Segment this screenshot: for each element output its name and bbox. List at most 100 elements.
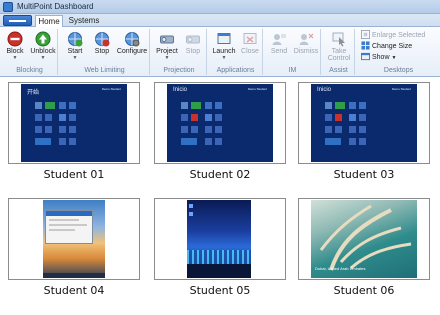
- start-screen-title: Inicio: [317, 87, 332, 93]
- file-menu-button[interactable]: [3, 15, 32, 26]
- take-control-icon: [332, 32, 345, 47]
- student-name: Student 05: [189, 284, 251, 297]
- start-screen-title: 开始: [27, 90, 40, 96]
- win8-start-screen: 开始 Demo Student: [21, 84, 127, 162]
- water: [187, 264, 251, 278]
- chevron-down-icon: ▼: [72, 55, 78, 61]
- ribbon-tab-strip: Home Systems: [0, 14, 440, 27]
- group-desktops: Enlarge Selected Change Size Show ▼ Desk…: [357, 29, 440, 75]
- change-size-icon: [361, 41, 370, 50]
- configure-label: Configure: [116, 48, 148, 55]
- group-label-projection: Projection: [163, 67, 195, 74]
- student-desktop-tile[interactable]: Student 04: [8, 198, 140, 302]
- send-label: Send: [270, 48, 288, 55]
- show-label: Show: [372, 54, 390, 61]
- desktop-screenshot: Dubai, United Arab Emirates: [311, 200, 417, 278]
- group-label-im: IM: [288, 67, 297, 74]
- student-desktop-tile[interactable]: Dubai, United Arab Emirates Student 06: [298, 198, 430, 302]
- student-name: Student 04: [43, 284, 105, 297]
- unblock-icon: [35, 31, 51, 47]
- desktop-thumbnail-frame[interactable]: Inicio Demo Student: [154, 82, 286, 164]
- close-app-label: Close: [241, 48, 259, 55]
- group-projection: Project ▼ Stop Projection: [152, 29, 207, 75]
- close-app-icon: [243, 33, 257, 44]
- project-button[interactable]: Project ▼: [153, 29, 181, 65]
- student-name: Student 03: [333, 168, 395, 181]
- block-button[interactable]: Block ▼: [2, 29, 28, 65]
- show-icon: [361, 52, 370, 61]
- student-name: Student 01: [43, 168, 105, 181]
- enlarge-selected-label: Enlarge Selected: [372, 32, 426, 39]
- desktop-thumbnail-frame[interactable]: Dubai, United Arab Emirates: [298, 198, 430, 280]
- taskbar: [43, 273, 105, 278]
- web-stop-label: Stop: [94, 48, 110, 55]
- configure-icon: [125, 32, 140, 47]
- desktop-thumbnail-frame[interactable]: [8, 198, 140, 280]
- group-web-limiting: Start ▼ Stop Configure Web Limiting: [60, 29, 150, 75]
- take-control-button[interactable]: Take Control: [324, 29, 354, 65]
- chevron-down-icon: ▼: [40, 55, 46, 61]
- block-icon: [7, 31, 23, 47]
- send-button[interactable]: Send: [266, 29, 292, 65]
- chevron-down-icon: ▼: [391, 55, 397, 61]
- ribbon: Block ▼ Unblock ▼ Blocking Start ▼ Stop …: [0, 27, 440, 77]
- chevron-down-icon: ▼: [12, 55, 18, 61]
- chevron-down-icon: ▼: [221, 55, 227, 61]
- student-name: Student 06: [333, 284, 395, 297]
- win8-start-screen: Inicio Demo Student: [311, 84, 417, 162]
- group-im: Send Dismiss IM: [265, 29, 321, 75]
- enlarge-selected-button[interactable]: Enlarge Selected: [361, 30, 425, 41]
- close-app-button[interactable]: Close: [238, 29, 262, 65]
- win8-start-screen: Inicio Demo Student: [167, 84, 273, 162]
- student-desktop-tile[interactable]: Student 05: [154, 198, 286, 302]
- web-stop-icon: [95, 32, 110, 47]
- group-label-blocking: Blocking: [16, 67, 43, 74]
- window-title: MultiPoint Dashboard: [17, 2, 94, 11]
- desktop-screenshot: [43, 200, 105, 278]
- enlarge-icon: [361, 30, 370, 39]
- configure-button[interactable]: Configure: [115, 29, 149, 65]
- app-icon: [3, 2, 13, 12]
- web-start-icon: [68, 32, 83, 47]
- change-size-label: Change Size: [372, 43, 413, 50]
- unblock-button[interactable]: Unblock ▼: [29, 29, 57, 65]
- change-size-button[interactable]: Change Size: [361, 41, 412, 52]
- group-label-assist: Assist: [329, 67, 348, 74]
- chevron-down-icon: ▼: [164, 55, 170, 61]
- desktop-thumbnail-frame[interactable]: [154, 198, 286, 280]
- student-desktop-tile[interactable]: Inicio Demo Student Student 03: [298, 82, 430, 186]
- launch-button[interactable]: Launch ▼: [210, 29, 238, 65]
- projection-stop-button[interactable]: Stop: [181, 29, 205, 65]
- user-name: Demo Student: [391, 87, 411, 91]
- group-blocking: Block ▼ Unblock ▼ Blocking: [2, 29, 58, 75]
- group-label-web-limiting: Web Limiting: [84, 67, 125, 74]
- show-button[interactable]: Show ▼: [361, 52, 396, 63]
- desktop-screenshot: [187, 200, 251, 278]
- student-desktop-tile[interactable]: 开始 Demo Student Student 01: [8, 82, 140, 186]
- wallpaper-caption: Dubai, United Arab Emirates: [315, 266, 366, 271]
- project-icon: [160, 35, 174, 44]
- group-label-applications: Applications: [216, 67, 255, 74]
- web-start-button[interactable]: Start ▼: [62, 29, 88, 65]
- start-screen-title: Inicio: [173, 87, 188, 93]
- projection-stop-label: Stop: [185, 48, 201, 55]
- tab-systems[interactable]: Systems: [66, 15, 102, 27]
- take-control-label-line2: Control: [327, 55, 351, 62]
- student-name: Student 02: [189, 168, 251, 181]
- user-name: Demo Student: [101, 87, 121, 91]
- launch-icon: [217, 33, 231, 44]
- dismiss-icon: [299, 33, 314, 45]
- tab-home[interactable]: Home: [35, 15, 63, 27]
- desktop-thumbnail-frame[interactable]: Inicio Demo Student: [298, 82, 430, 164]
- desktop-thumbnail-frame[interactable]: 开始 Demo Student: [8, 82, 140, 164]
- open-window: [45, 210, 93, 244]
- group-applications: Launch ▼ Close Applications: [209, 29, 263, 75]
- user-name: Demo Student: [247, 87, 267, 91]
- dismiss-button[interactable]: Dismiss: [292, 29, 320, 65]
- web-stop-button[interactable]: Stop: [90, 29, 114, 65]
- student-desktop-tile[interactable]: Inicio Demo Student Student 02: [154, 82, 286, 186]
- take-control-label-line1: Take: [331, 48, 347, 55]
- dismiss-label: Dismiss: [293, 48, 319, 55]
- group-assist: Take Control Assist: [323, 29, 355, 75]
- projection-stop-icon: [186, 35, 200, 44]
